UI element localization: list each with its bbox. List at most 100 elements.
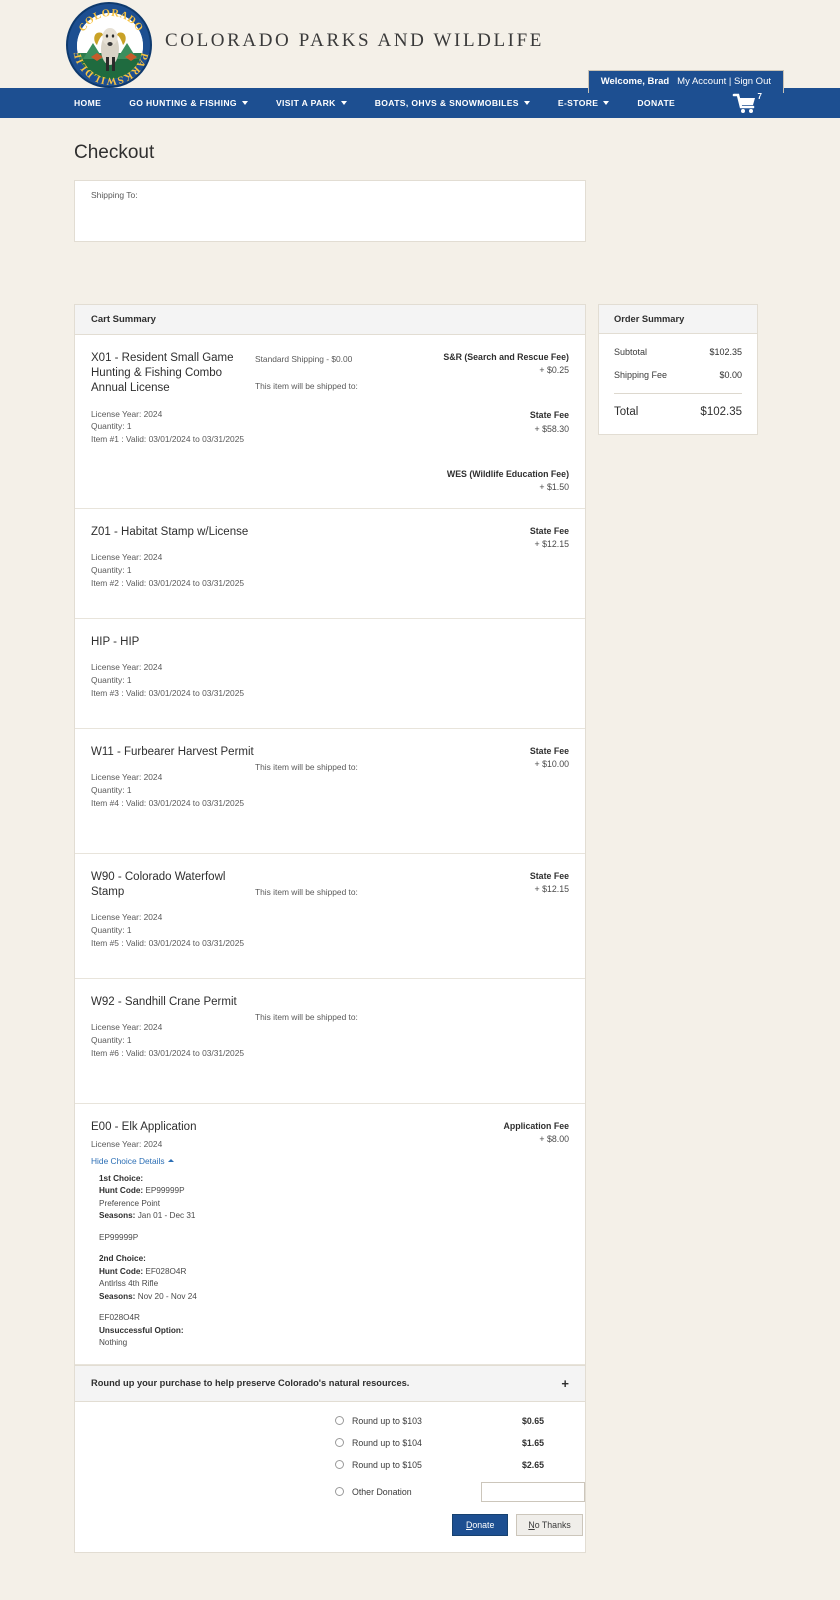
order-summary-panel: Order Summary Subtotal $102.35 Shipping …	[598, 304, 758, 435]
donation-option-label: Round up to $103	[352, 1415, 422, 1426]
fee-label: State Fee	[529, 746, 569, 757]
cart-item-validity: Item #5 : Valid: 03/01/2024 to 03/31/202…	[91, 937, 245, 948]
choice-title: 2nd Choice:	[99, 1254, 146, 1264]
nav-label: VISIT A PARK	[275, 98, 336, 108]
order-shipping-label: Shipping Fee	[614, 370, 668, 380]
fee-entry: State Fee + $12.15	[435, 870, 569, 896]
hide-choice-details-toggle[interactable]: Hide Choice Details	[91, 1156, 174, 1166]
site-header: COLORADO PARKS WILDLIFE COLORADO PARKS A…	[0, 0, 840, 93]
cart-summary-panel: Cart Summary X01 - Resident Small Game H…	[74, 304, 586, 1553]
cart-item-validity: Item #4 : Valid: 03/01/2024 to 03/31/202…	[91, 797, 245, 808]
cart-item-validity: Item #3 : Valid: 03/01/2024 to 03/31/202…	[91, 687, 245, 698]
cart-item-quantity: Quantity: 1	[91, 925, 132, 936]
donation-option-amount: $2.65	[521, 1459, 544, 1470]
shipped-to-note: This item will be shipped to:	[255, 762, 358, 773]
cart-item-details: HIP - HIP License Year: 2024 Quantity: 1…	[75, 635, 255, 714]
cart-item-license-year: License Year: 2024	[91, 772, 163, 783]
other-donation-input[interactable]	[481, 1481, 585, 1502]
cart-item-quantity: Quantity: 1	[91, 421, 132, 432]
donation-header[interactable]: Round up your purchase to help preserve …	[75, 1364, 585, 1402]
fee-amount: + $10.00	[534, 759, 570, 770]
shipped-to-note: This item will be shipped to:	[255, 381, 358, 392]
cart-item-row: W11 - Furbearer Harvest Permit License Y…	[75, 729, 585, 855]
cart-item-details: W90 - Colorado Waterfowl Stamp License Y…	[75, 870, 255, 964]
unsuccessful-option-value: Nothing	[99, 1338, 128, 1348]
cart-item-quantity: Quantity: 1	[91, 1034, 132, 1045]
nav-item-visit-a-park[interactable]: VISIT A PARK	[276, 98, 347, 108]
donation-option-amount: $1.65	[521, 1437, 544, 1448]
donation-option-label: Round up to $105	[352, 1459, 422, 1470]
hunt-code-repeat: EP99999P	[99, 1232, 139, 1242]
no-thanks-button[interactable]: No Thanks	[516, 1513, 583, 1536]
choice-title: 1st Choice:	[99, 1173, 144, 1183]
nav-item-go-hunting-fishing[interactable]: GO HUNTING & FISHING	[129, 98, 248, 108]
fee-amount: + $12.15	[534, 539, 570, 550]
donation-option-row: Round up to $103 $0.65	[75, 1416, 585, 1426]
choice-details: 1st Choice: Hunt Code: EP99999P Preferen…	[91, 1173, 391, 1350]
cart-item-name: W90 - Colorado Waterfowl Stamp	[91, 871, 226, 899]
cart-item-validity: Item #2 : Valid: 03/01/2024 to 03/31/202…	[91, 577, 245, 588]
donation-radio-105[interactable]	[335, 1460, 344, 1470]
account-links[interactable]: My Account | Sign Out	[677, 76, 771, 87]
cart-item-license-year: License Year: 2024	[91, 552, 163, 563]
cart-item-row: W92 - Sandhill Crane Permit License Year…	[75, 979, 585, 1105]
fee-entry: S&R (Search and Rescue Fee) + $0.25	[435, 351, 569, 377]
toggle-label: Hide Choice Details	[91, 1155, 165, 1166]
shipping-to-label: Shipping To:	[91, 190, 138, 200]
unsuccessful-option-label: Unsuccessful Option:	[99, 1325, 184, 1335]
donation-radio-103[interactable]	[335, 1416, 344, 1426]
seasons-label: Seasons:	[99, 1291, 136, 1301]
no-thanks-button-rest: o Thanks	[534, 1519, 571, 1530]
order-total-label: Total	[614, 406, 639, 418]
order-divider	[614, 393, 742, 394]
cart-count-badge: 7	[757, 92, 762, 101]
nav-item-e-store[interactable]: E-STORE	[558, 98, 610, 108]
cart-item-quantity: Quantity: 1	[91, 674, 132, 685]
donation-option-amount: $0.65	[521, 1415, 544, 1426]
cart-item-quantity: Quantity: 1	[91, 784, 132, 795]
donation-option-row: Round up to $104 $1.65	[75, 1438, 585, 1448]
donation-radio-other[interactable]	[335, 1487, 344, 1497]
nav-label: GO HUNTING & FISHING	[129, 98, 237, 108]
seasons-value: Nov 20 - Nov 24	[137, 1291, 197, 1301]
nav-label: HOME	[74, 98, 102, 108]
cart-item-name: Z01 - Habitat Stamp w/License	[91, 526, 249, 539]
order-total-row: Total $102.35	[614, 406, 742, 418]
shopping-cart-button[interactable]	[732, 91, 758, 115]
expand-plus-icon[interactable]: +	[561, 1376, 569, 1391]
order-shipping-row: Shipping Fee $0.00	[614, 370, 742, 380]
cart-item-row: X01 - Resident Small Game Hunting & Fish…	[75, 335, 585, 510]
nav-item-donate[interactable]: DONATE	[637, 98, 675, 108]
fee-label: State Fee	[529, 410, 569, 421]
cart-item-license-year: License Year: 2024	[91, 1022, 163, 1033]
fee-label: State Fee	[529, 871, 569, 882]
donation-other-label: Other Donation	[352, 1486, 412, 1497]
page-title: Checkout	[74, 142, 155, 163]
donation-radio-104[interactable]	[335, 1438, 344, 1448]
donation-option-row: Round up to $105 $2.65	[75, 1460, 585, 1470]
donate-button-rest: onate	[472, 1519, 495, 1530]
site-logo[interactable]: COLORADO PARKS WILDLIFE	[66, 2, 152, 88]
fee-label: WES (Wildlife Education Fee)	[446, 468, 569, 479]
shipped-to-note: This item will be shipped to:	[255, 887, 358, 898]
fee-entry: State Fee + $12.15	[435, 525, 569, 551]
cart-item-fees: State Fee + $12.15	[435, 870, 585, 964]
cart-item-name: X01 - Resident Small Game Hunting & Fish…	[91, 352, 234, 395]
order-total-value: $102.35	[700, 406, 742, 418]
fee-label: S&R (Search and Rescue Fee)	[443, 352, 569, 362]
hunt-code-label: Hunt Code:	[99, 1266, 144, 1276]
fee-entry: Application Fee + $8.00	[405, 1120, 570, 1146]
fee-amount: + $1.50	[539, 481, 569, 492]
hunt-code-value: EP99999P	[145, 1186, 185, 1196]
donate-button[interactable]: Donate	[452, 1513, 509, 1536]
welcome-bar: Welcome, Brad My Account | Sign Out	[587, 70, 784, 93]
svg-text:COLORADO: COLORADO	[77, 8, 145, 34]
fee-entry: State Fee + $10.00	[435, 745, 569, 771]
nav-item-home[interactable]: HOME	[74, 98, 101, 108]
cart-item-license-year: License Year: 2024	[91, 662, 163, 673]
donation-other-row: Other Donation	[75, 1481, 585, 1502]
nav-item-boats-ohvs-snowmobiles[interactable]: BOATS, OHVS & SNOWMOBILES	[375, 98, 530, 108]
cart-item-row: Z01 - Habitat Stamp w/License License Ye…	[75, 509, 585, 620]
order-shipping-value: $0.00	[719, 370, 742, 380]
cart-item-license-year: License Year: 2024	[91, 408, 163, 419]
